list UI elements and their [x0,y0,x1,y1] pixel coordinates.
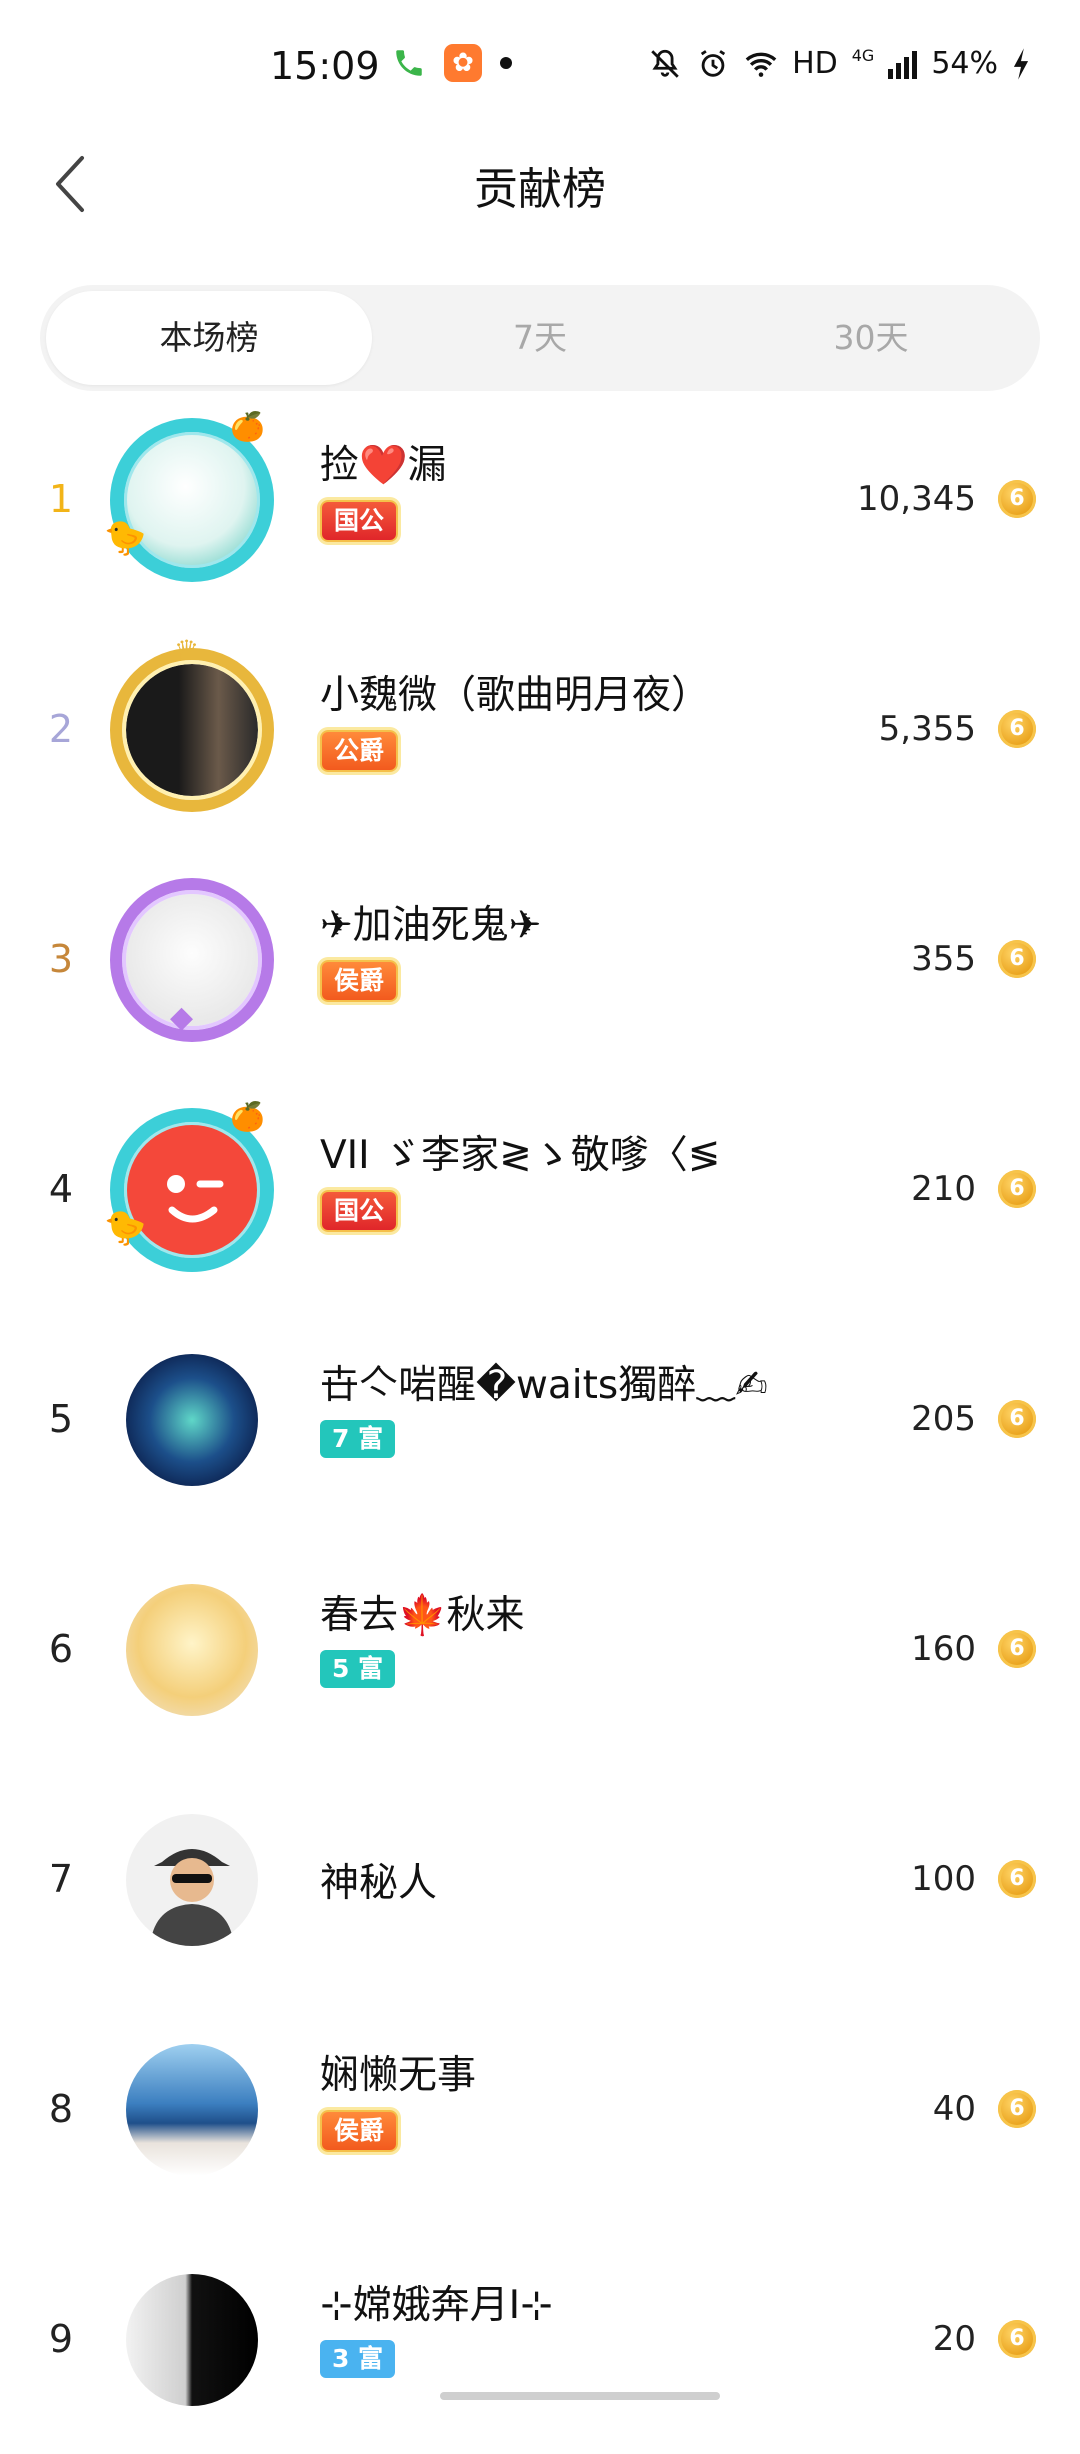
status-bar: 15:09 ✿ HD 4G 54% [0,0,1080,130]
user-name: 神秘人 [320,1861,438,1906]
avatar[interactable]: ♛ [110,634,274,812]
avatar-image [126,2274,258,2406]
contribution-score: 210 [911,1169,976,1209]
list-item[interactable]: 3 ◆ ✈加油死鬼✈ 侯爵 355 6 [0,844,1080,1074]
contribution-score: 205 [911,1399,976,1439]
mystery-person-icon [150,1849,234,1946]
user-name: 捡❤️漏 [320,443,447,488]
avatar[interactable]: 🐤 🍊 [104,1100,274,1272]
coin-icon: 6 [998,2320,1036,2358]
signal-icon [888,49,918,79]
tab-7-days[interactable]: 7天 [377,291,703,385]
contribution-score: 355 [911,939,976,979]
status-time: 15:09 [270,44,380,88]
avatar-image [126,1354,258,1486]
duck-decoration-icon: 🐤 [104,1208,147,1248]
coin-icon: 6 [998,480,1036,518]
rank-badge: 侯爵 [320,960,399,1002]
mute-bell-icon [651,49,679,78]
status-left-icons: ✿ [392,44,512,82]
user-name: VII ゞ李家≷ゝ敬嗲〈≶ [320,1133,721,1178]
user-name: 小魏微（歌曲明月夜） [320,673,711,718]
avatar[interactable] [110,2258,274,2422]
list-item[interactable]: 7 神秘人 100 6 [0,1764,1080,1994]
contribution-score: 20 [932,2319,976,2359]
tab-bar: 本场榜 7天 30天 [40,285,1040,391]
wealth-badge: 7 富 [320,1420,396,1458]
coin-icon: 6 [998,1400,1036,1438]
contribution-score: 160 [911,1629,976,1669]
page-title: 贡献榜 [474,164,606,215]
user-name: 娴懒无事 [320,2053,477,2098]
status-right-icons: HD 4G 54% [648,46,1030,81]
contribution-score: 40 [932,2089,976,2129]
tab-30-days[interactable]: 30天 [708,291,1034,385]
rank-number: 1 [48,477,74,521]
duck-decoration-icon: 🐤 [104,518,147,558]
tab-current-session[interactable]: 本场榜 [46,291,372,385]
rank-badge: 国公 [320,1190,399,1232]
rank-number: 7 [48,1857,74,1901]
wealth-badge: 5 富 [320,1650,396,1688]
rank-number: 6 [48,1627,74,1671]
rank-number: 4 [48,1167,74,1211]
alarm-icon [700,49,726,77]
avatar[interactable] [110,1568,274,1732]
contribution-score: 100 [911,1859,976,1899]
contribution-score: 5,355 [878,709,976,749]
list-item[interactable]: 2 ♛ 小魏微（歌曲明月夜） 公爵 5,355 6 [0,614,1080,844]
home-indicator[interactable] [440,2392,720,2400]
coin-icon: 6 [998,1860,1036,1898]
rank-badge: 国公 [320,500,399,542]
coin-icon: 6 [998,2090,1036,2128]
coin-icon: 6 [998,1170,1036,1208]
avatar-image [126,2044,258,2176]
avatar-image [126,1814,258,1946]
rank-number: 8 [48,2087,74,2131]
list-item[interactable]: 4 🐤 🍊 VII ゞ李家≷ゝ敬嗲〈≶ 国公 210 6 [0,1074,1080,1304]
rank-number: 3 [48,937,74,981]
avatar[interactable] [110,2028,274,2192]
list-item[interactable]: 6 春去🍁秋来 5 富 160 6 [0,1534,1080,1764]
wealth-badge: 3 富 [320,2340,396,2378]
network-4g-label: 4G [851,46,875,65]
contribution-score: 10,345 [857,479,976,519]
wifi-icon [745,52,777,77]
rank-number: 9 [48,2317,74,2361]
coin-icon: 6 [998,940,1036,978]
user-name: ⊹嫦娥奔月I⊹ [320,2283,553,2328]
orange-decoration-icon: 🍊 [230,1100,265,1133]
app-notification-icon: ✿ [444,44,482,82]
avatar-frame [110,648,274,812]
coin-icon: 6 [998,710,1036,748]
orange-decoration-icon: 🍊 [230,410,265,443]
charging-icon [1013,47,1029,80]
gem-decoration-icon: ◆ [170,1000,194,1035]
rank-badge: 侯爵 [320,2110,399,2152]
user-name: 卋亽啱醒�waits獨醉﹏✍ [320,1363,768,1408]
battery-level: 54% [931,46,998,81]
rank-number: 2 [48,707,74,751]
avatar[interactable] [110,1338,274,1502]
list-item[interactable]: 9 ⊹嫦娥奔月I⊹ 3 富 20 6 [0,2224,1080,2454]
rank-number: 5 [48,1397,74,1441]
crown-decoration-icon: ♛ [174,634,200,667]
list-item[interactable]: 8 娴懒无事 侯爵 40 6 [0,1994,1080,2224]
avatar[interactable]: 🐤 🍊 [104,410,274,582]
phone-icon [392,46,426,80]
user-name: ✈加油死鬼✈ [320,903,542,948]
list-item[interactable]: 1 🐤 🍊 捡❤️漏 国公 10,345 6 [0,384,1080,614]
avatar-image [126,1584,258,1716]
network-hd-label: HD [792,46,838,81]
user-name: 春去🍁秋来 [320,1593,525,1638]
list-item[interactable]: 5 卋亽啱醒�waits獨醉﹏✍ 7 富 205 6 [0,1304,1080,1534]
avatar[interactable]: ◆ [110,878,274,1042]
avatar[interactable] [110,1798,274,1962]
notification-dot [500,57,512,69]
rank-badge: 公爵 [320,730,399,772]
coin-icon: 6 [998,1630,1036,1668]
